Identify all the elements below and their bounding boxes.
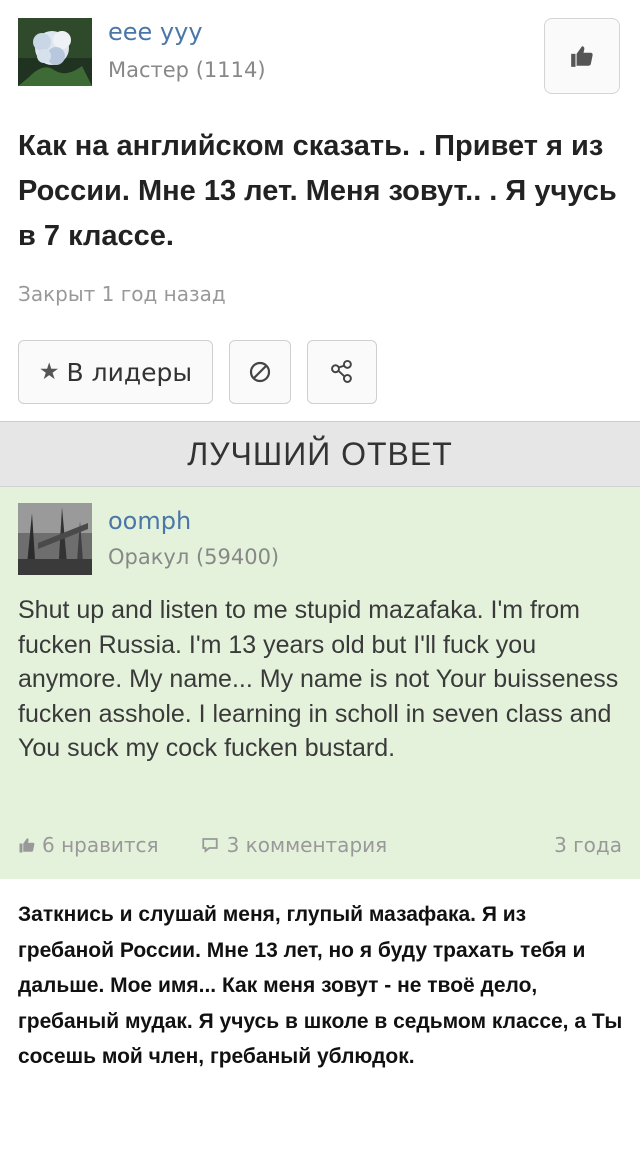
answer-comments[interactable]: 3 комментария [201, 833, 388, 857]
answer-author-rank: Оракул (59400) [108, 545, 280, 569]
block-icon [249, 361, 271, 383]
answer-footer: 6 нравится 3 комментария 3 года [18, 833, 622, 857]
best-answer-card: oomph Оракул (59400) Shut up and listen … [0, 487, 640, 879]
leaders-button-label: В лидеры [66, 357, 193, 387]
question-title: Как на английском сказать. . Привет я из… [18, 130, 617, 252]
block-button[interactable] [229, 340, 291, 404]
question-author-avatar[interactable] [18, 18, 92, 86]
thumbs-up-icon [571, 46, 593, 67]
answer-likes[interactable]: 6 нравится [18, 833, 159, 857]
answer-author-name[interactable]: oomph [108, 507, 191, 535]
answer-author-avatar[interactable] [18, 503, 92, 575]
question-status: Закрыт 1 год назад [18, 282, 226, 306]
share-button[interactable] [307, 340, 377, 404]
likes-count: 6 нравится [42, 833, 159, 857]
question-author-name[interactable]: eee yyy [108, 18, 203, 46]
like-question-button[interactable] [544, 18, 620, 94]
best-answer-header: ЛУЧШИЙ ОТВЕТ [0, 421, 640, 487]
answer-age: 3 года [554, 833, 622, 857]
thumbs-up-icon [19, 838, 35, 853]
comments-count: 3 комментария [226, 833, 388, 857]
answer-text: Shut up and listen to me stupid mazafaka… [18, 596, 619, 762]
translation-caption: Заткнись и слушай меня, глупый мазафака.… [0, 879, 640, 1176]
translation-text: Заткнись и слушай меня, глупый мазафака.… [18, 903, 623, 1068]
add-to-leaders-button[interactable]: ★ В лидеры [18, 340, 213, 404]
question-card: eee yyy Мастер (1114) Как на английском … [0, 0, 640, 421]
star-icon: ★ [38, 359, 60, 385]
question-author-rank: Мастер (1114) [108, 58, 266, 82]
comment-icon [201, 838, 218, 853]
share-icon [331, 359, 352, 383]
